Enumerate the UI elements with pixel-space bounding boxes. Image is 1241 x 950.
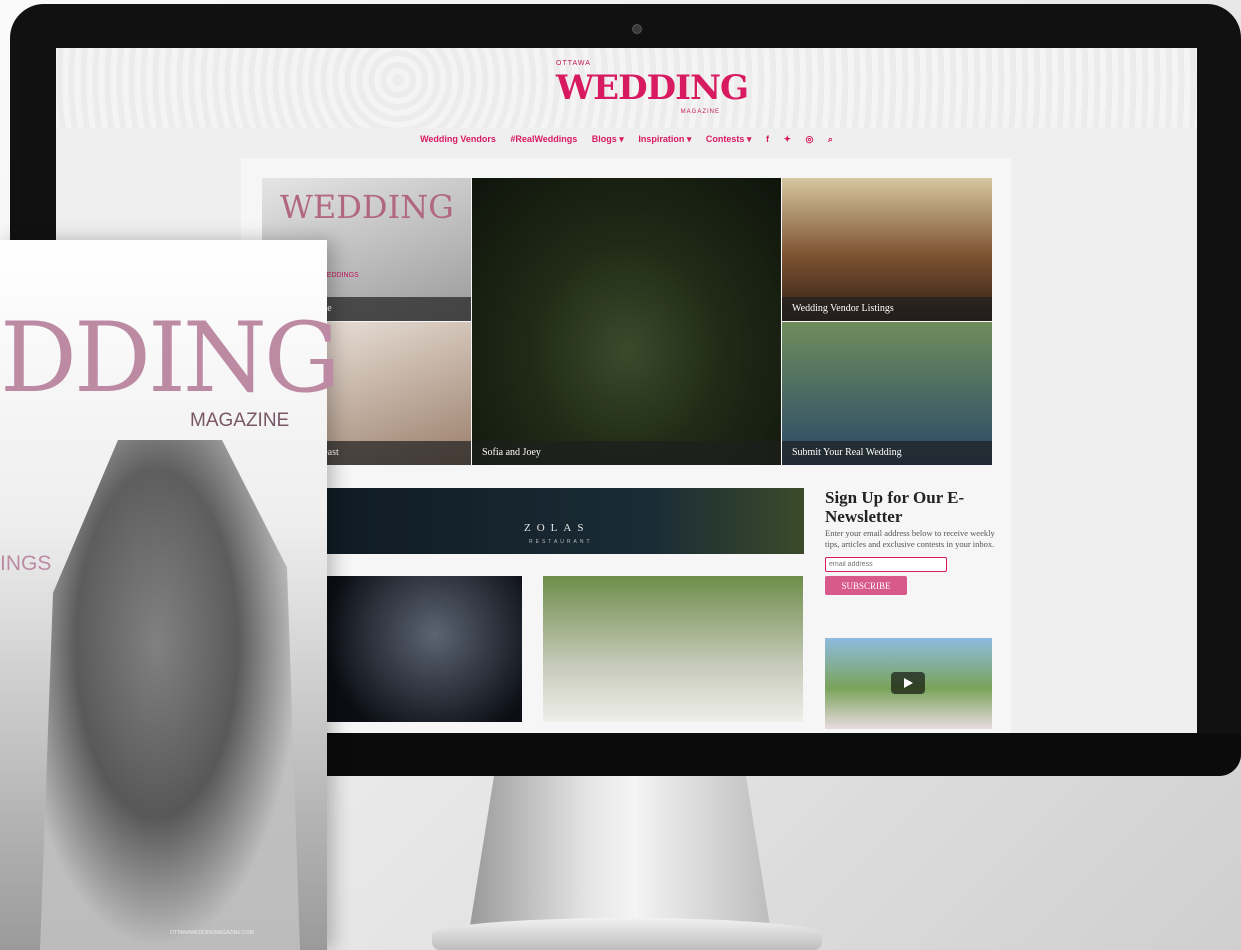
content-area: WEDDING 10 OTTAWA WEDDINGS ding Magazine… — [241, 158, 1011, 733]
email-field[interactable] — [825, 557, 947, 572]
photo-couple-garden[interactable] — [543, 576, 803, 722]
site-header: OTTAWA WEDDING MAGAZINE — [56, 48, 1197, 128]
newsletter-title: Sign Up for Our E-Newsletter — [825, 488, 965, 526]
magazine-cover: DDING MAGAZINE INGS OTTAWAWEDDINGMAGAZIN… — [0, 240, 341, 950]
camera-icon — [632, 24, 642, 34]
facebook-icon[interactable]: f — [766, 134, 769, 144]
subscribe-button[interactable]: SUBSCRIBE — [825, 576, 907, 595]
tile-caption: Wedding Vendor Listings — [782, 297, 992, 321]
magazine-subtitle: MAGAZINE — [190, 410, 290, 431]
nav-real-weddings[interactable]: #RealWeddings — [510, 134, 577, 144]
magazine-url: OTTAWAWEDDINGMAGAZINE.COM — [170, 930, 254, 936]
site-logo[interactable]: OTTAWA WEDDING MAGAZINE — [556, 60, 749, 120]
banner-subtitle: RESTAURANT — [529, 539, 593, 545]
tile-caption: Submit Your Real Wedding — [782, 441, 992, 465]
magazine-headline: INGS — [0, 552, 52, 575]
tile-caption: Sofia and Joey — [472, 441, 781, 465]
nav-contests[interactable]: Contests ▾ — [706, 134, 752, 145]
newsletter-body: Enter your email address below to receiv… — [825, 528, 995, 549]
nav-blogs[interactable]: Blogs ▾ — [592, 134, 624, 145]
cover-mini-title: WEDDING — [280, 188, 454, 226]
search-icon[interactable]: ⌕ — [828, 134, 833, 145]
twitter-icon[interactable]: ✦ — [783, 134, 791, 145]
video-thumbnail[interactable] — [825, 638, 992, 729]
play-icon[interactable] — [891, 672, 925, 694]
cover-photo — [40, 440, 300, 950]
tile-vendor-listings[interactable]: Wedding Vendor Listings — [782, 178, 992, 321]
nav-inspiration[interactable]: Inspiration ▾ — [638, 134, 691, 145]
monitor-stand — [470, 776, 770, 926]
banner-title: ZOLAS — [524, 522, 590, 534]
ad-banner[interactable]: ZOLAS RESTAURANT — [304, 488, 804, 554]
photo-couple-night[interactable] — [304, 576, 522, 722]
tile-submit-wedding[interactable]: Submit Your Real Wedding — [782, 322, 992, 465]
logo-small-text: OTTAWA — [556, 60, 591, 67]
logo-main-text: WEDDING — [556, 68, 749, 108]
instagram-icon[interactable]: ◎ — [806, 134, 814, 145]
tile-feature-couple[interactable]: Sofia and Joey — [472, 178, 781, 465]
logo-magazine-text: MAGAZINE — [680, 109, 720, 115]
magazine-title: DDING — [0, 302, 341, 414]
newsletter-widget: Sign Up for Our E-Newsletter Enter your … — [825, 488, 995, 595]
monitor-base — [432, 918, 822, 950]
nav-wedding-vendors[interactable]: Wedding Vendors — [420, 134, 496, 144]
main-nav: Wedding Vendors #RealWeddings Blogs ▾ In… — [56, 134, 1197, 152]
